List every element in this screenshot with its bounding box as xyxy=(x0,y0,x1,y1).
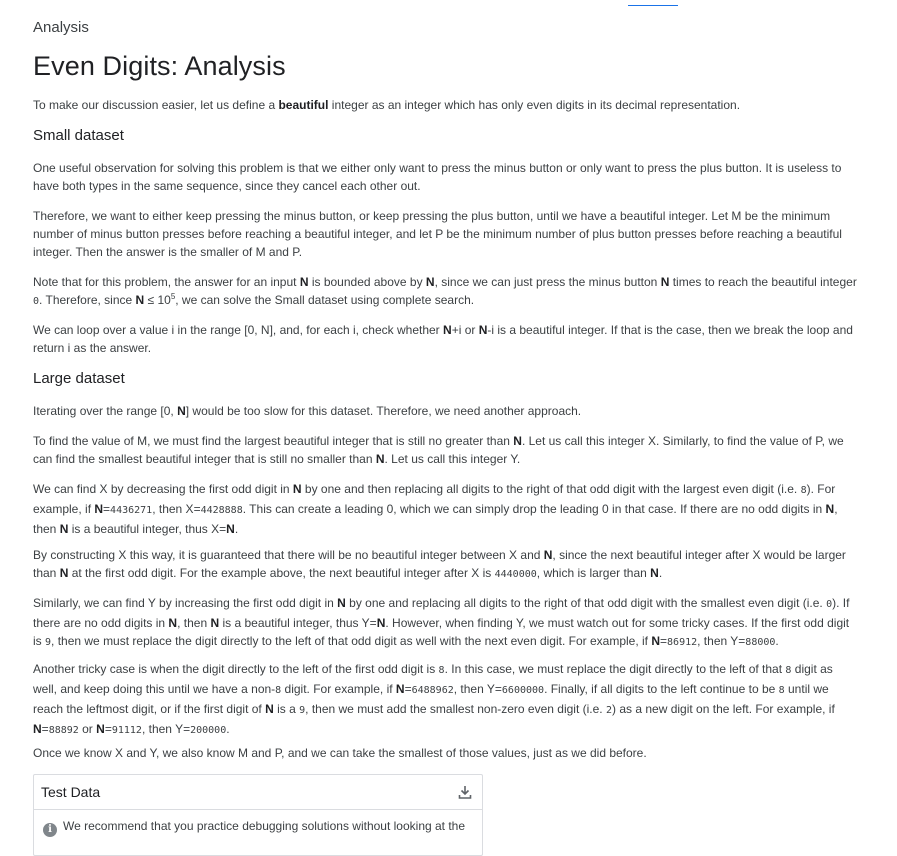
large-paragraph-3: We can find X by decreasing the first od… xyxy=(33,482,838,536)
large-dataset-heading: Large dataset xyxy=(33,370,125,387)
large-paragraph-6: Another tricky case is when the digit di… xyxy=(33,662,835,736)
test-data-note: i We recommend that you practice debuggin… xyxy=(43,819,465,837)
small-paragraph-3: Note that for this problem, the answer f… xyxy=(33,275,857,307)
large-paragraph-2: To find the value of M, we must find the… xyxy=(33,434,844,466)
large-paragraph-4: By constructing X this way, it is guaran… xyxy=(33,548,846,580)
large-paragraph-7: Once we know X and Y, we also know M and… xyxy=(33,746,647,760)
large-paragraph-1: Iterating over the range [0, N] would be… xyxy=(33,404,582,418)
test-data-header[interactable]: Test Data xyxy=(34,775,482,810)
active-tab-underline xyxy=(628,5,678,6)
intro-paragraph: To make our discussion easier, let us de… xyxy=(33,98,741,112)
small-dataset-heading: Small dataset xyxy=(33,127,124,144)
large-paragraph-5: Similarly, we can find Y by increasing t… xyxy=(33,596,850,648)
test-data-title: Test Data xyxy=(41,784,101,800)
download-icon[interactable] xyxy=(457,784,473,800)
small-paragraph-1: One useful observation for solving this … xyxy=(33,161,842,193)
small-paragraph-2: Therefore, we want to either keep pressi… xyxy=(33,209,842,259)
breadcrumb: Analysis xyxy=(33,19,89,36)
test-data-card: Test Data i We recommend that you practic… xyxy=(33,774,483,856)
page-title: Even Digits: Analysis xyxy=(33,51,286,81)
small-paragraph-4: We can loop over a value i in the range … xyxy=(33,323,853,355)
test-data-note-text: We recommend that you practice debugging… xyxy=(63,819,466,833)
